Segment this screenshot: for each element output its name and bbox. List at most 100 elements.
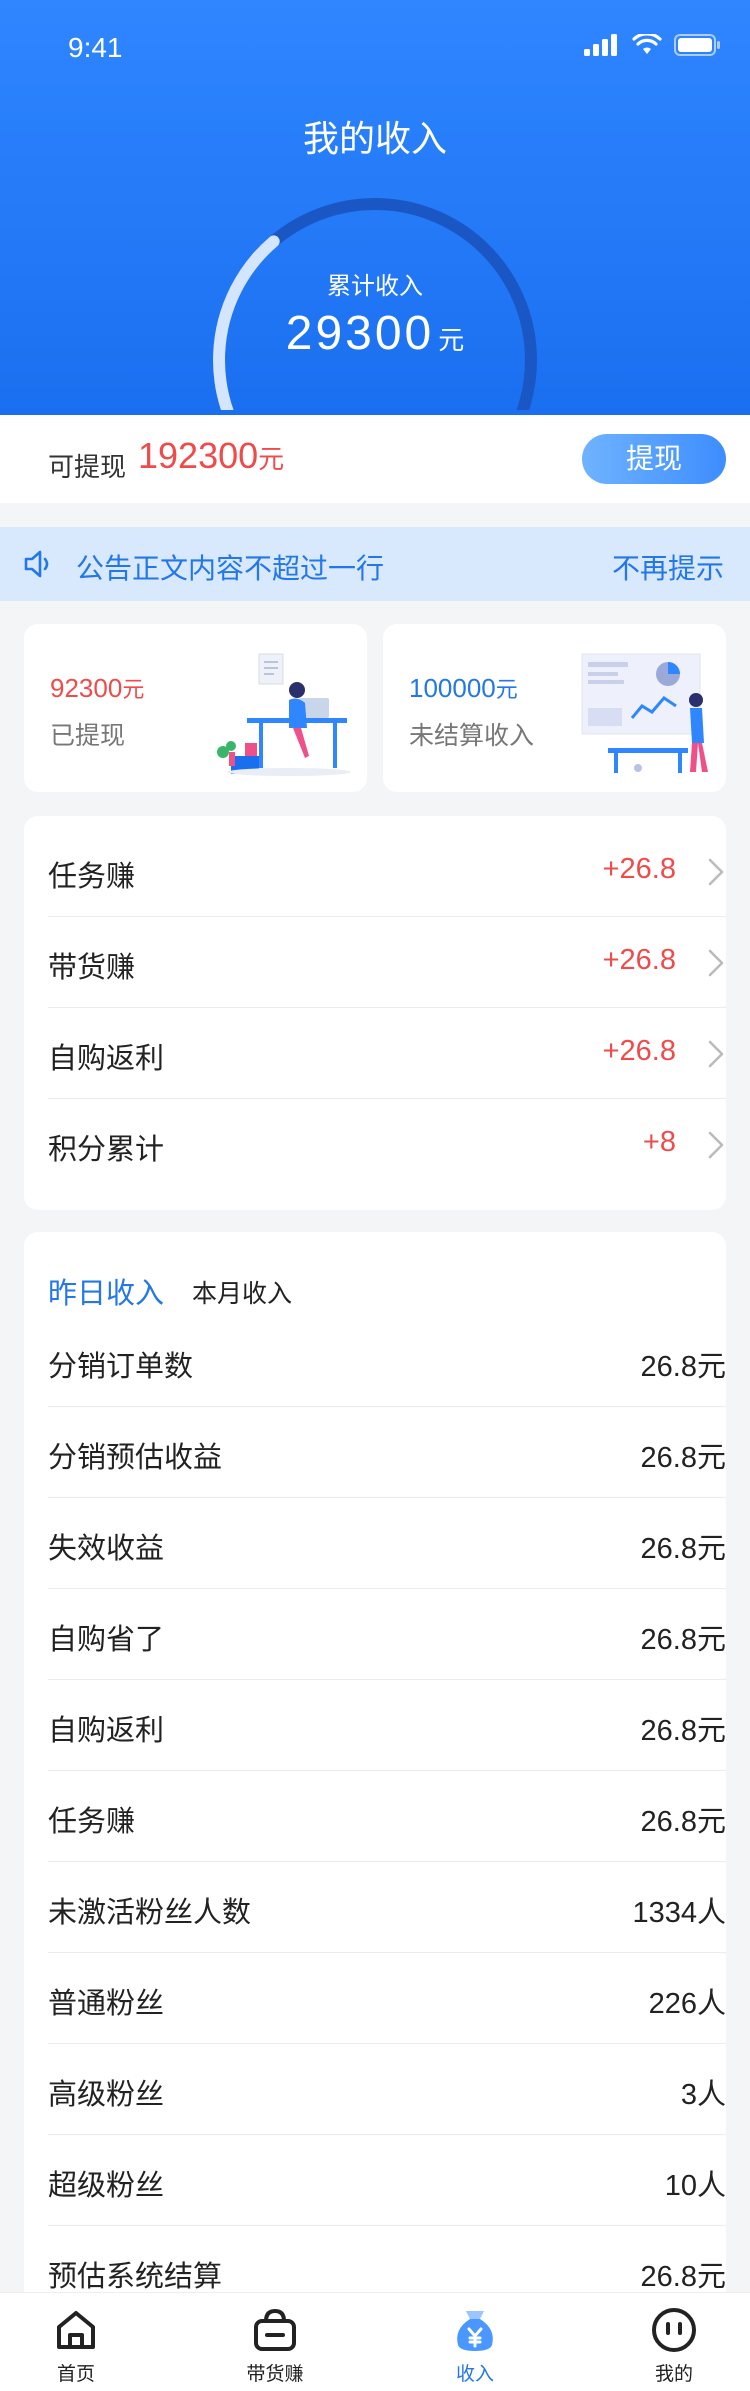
speaker-icon [24, 550, 49, 578]
status-time: 9:41 [68, 32, 123, 63]
detail-label: 分销订单数 [48, 1349, 194, 1383]
unsettled-unit: 元 [495, 677, 518, 702]
detail-label: 预估系统结算 [48, 2259, 223, 2293]
detail-value: 26.8元 [640, 1715, 726, 1747]
chevron-right-icon [708, 858, 724, 886]
detail-row: 自购省了 26.8元 [48, 1589, 726, 1680]
daily-detail-card: 昨日收入 本月收入 分销订单数 26.8元 分销预估收益 26.8元 失效收益 … [24, 1232, 726, 2310]
earnings-value: +26.8 [602, 944, 676, 976]
detail-label: 高级粉丝 [48, 2077, 165, 2111]
detail-row: 自购返利 26.8元 [48, 1680, 726, 1771]
profile-icon [652, 2308, 696, 2352]
withdrawable-bar: 可提现 192300元 提现 [0, 415, 750, 503]
detail-row: 任务赚 26.8元 [48, 1771, 726, 1862]
detail-label: 普通粉丝 [48, 1986, 165, 2020]
unsettled-value: 100000元 [409, 672, 518, 704]
earnings-value: +26.8 [602, 853, 676, 885]
unsettled-caption: 未结算收入 [409, 721, 535, 750]
chevron-right-icon [708, 949, 724, 977]
total-income-unit: 元 [438, 326, 465, 356]
earnings-label: 自购返利 [48, 1041, 165, 1075]
detail-row: 失效收益 26.8元 [48, 1498, 726, 1589]
tab-this-month[interactable]: 本月收入 [192, 1274, 292, 1310]
tab-income-label: 收入 [455, 2363, 494, 2385]
earnings-value: +8 [642, 1126, 676, 1158]
total-income-amount: 29300 元 [205, 306, 545, 361]
withdrawable-unit: 元 [258, 445, 285, 475]
detail-label: 未激活粉丝人数 [48, 1895, 252, 1929]
detail-value: 226人 [648, 1988, 726, 2020]
page-title: 我的收入 [302, 119, 447, 160]
detail-value: 26.8元 [640, 1806, 726, 1838]
desk-illustration [209, 648, 359, 778]
detail-label: 分销预估收益 [48, 1440, 223, 1474]
withdraw-button[interactable]: 提现 [582, 434, 726, 484]
notice-dismiss-button[interactable]: 不再提示 [612, 547, 724, 587]
detail-row: 普通粉丝 226人 [48, 1953, 726, 2044]
unsettled-card[interactable]: 100000元 未结算收入 [383, 624, 726, 792]
detail-value: 26.8元 [640, 1533, 726, 1565]
unsettled-amount: 100000 [409, 673, 496, 703]
total-income-gauge: 累计收入 29300 元 [205, 190, 545, 410]
detail-label: 失效收益 [48, 1531, 165, 1565]
detail-value: 26.8元 [640, 1624, 726, 1656]
tab-mine-label: 我的 [654, 2363, 693, 2385]
total-income-label: 累计收入 [327, 272, 423, 300]
detail-row: 高级粉丝 3人 [48, 2044, 726, 2135]
detail-label: 超级粉丝 [48, 2168, 165, 2202]
home-icon [57, 2311, 95, 2349]
status-bar: 9:41 [0, 0, 750, 88]
notice-banner: 公告正文内容不超过一行 不再提示 [0, 527, 750, 601]
detail-row: 分销预估收益 26.8元 [48, 1407, 726, 1498]
withdrawn-amount: 92300 [50, 673, 123, 703]
earnings-label: 任务赚 [48, 859, 136, 893]
detail-row: 超级粉丝 10人 [48, 2135, 726, 2226]
tab-home[interactable]: 首页 [16, 2293, 136, 2391]
bottom-tab-bar: 首页 带货赚 收入 我的 [0, 2292, 750, 2391]
chevron-right-icon [708, 1131, 724, 1159]
withdrawable-value: 192300 [138, 435, 259, 476]
earnings-row-rebate[interactable]: 自购返利 +26.8 [48, 1008, 726, 1099]
earnings-label: 带货赚 [48, 950, 136, 984]
detail-value: 10人 [664, 2170, 726, 2202]
money-bag-icon [457, 2311, 493, 2351]
withdrawn-value: 92300元 [50, 672, 144, 704]
earnings-row-sales[interactable]: 带货赚 +26.8 [48, 917, 726, 1008]
earnings-value: +26.8 [602, 1035, 676, 1067]
signal-icon [584, 34, 617, 56]
withdrawn-unit: 元 [122, 677, 145, 702]
tab-home-label: 首页 [56, 2363, 95, 2385]
earnings-label: 积分累计 [48, 1132, 165, 1166]
detail-value: 1334人 [632, 1897, 726, 1929]
detail-label: 自购省了 [48, 1622, 165, 1656]
tab-income[interactable]: 收入 [415, 2293, 535, 2391]
earnings-row-points[interactable]: 积分累计 +8 [48, 1099, 726, 1190]
income-header: 9:41 我的收入 累计收入 29300 元 [0, 0, 750, 415]
tab-sales-label: 带货赚 [246, 2363, 304, 2385]
chevron-right-icon [708, 1040, 724, 1068]
detail-row: 分销订单数 26.8元 [48, 1316, 726, 1407]
withdrawable-amount: 192300元 [138, 435, 284, 477]
status-icons [584, 34, 720, 56]
bag-icon [254, 2308, 296, 2351]
detail-value: 3人 [680, 2079, 726, 2111]
withdrawn-caption: 已提现 [50, 721, 126, 750]
notice-text: 公告正文内容不超过一行 [76, 552, 385, 585]
tab-yesterday[interactable]: 昨日收入 [48, 1270, 164, 1312]
withdrawable-label: 可提现 [48, 453, 127, 483]
earnings-card: 任务赚 +26.8 带货赚 +26.8 自购返利 +26.8 积分累计 +8 [24, 816, 726, 1210]
tab-mine[interactable]: 我的 [614, 2293, 734, 2391]
tab-sales[interactable]: 带货赚 [215, 2293, 335, 2391]
dashboard-illustration [568, 648, 718, 778]
detail-value: 26.8元 [640, 1442, 726, 1474]
withdrawn-card[interactable]: 92300元 已提现 [24, 624, 367, 792]
earnings-row-task[interactable]: 任务赚 +26.8 [48, 826, 726, 917]
battery-icon [674, 34, 720, 56]
detail-row: 未激活粉丝人数 1334人 [48, 1862, 726, 1953]
detail-label: 自购返利 [48, 1713, 165, 1747]
detail-value: 26.8元 [640, 1351, 726, 1383]
wifi-icon [632, 34, 662, 54]
total-income-value: 29300 [285, 307, 435, 360]
detail-value: 26.8元 [640, 2261, 726, 2293]
detail-label: 任务赚 [48, 1804, 136, 1838]
